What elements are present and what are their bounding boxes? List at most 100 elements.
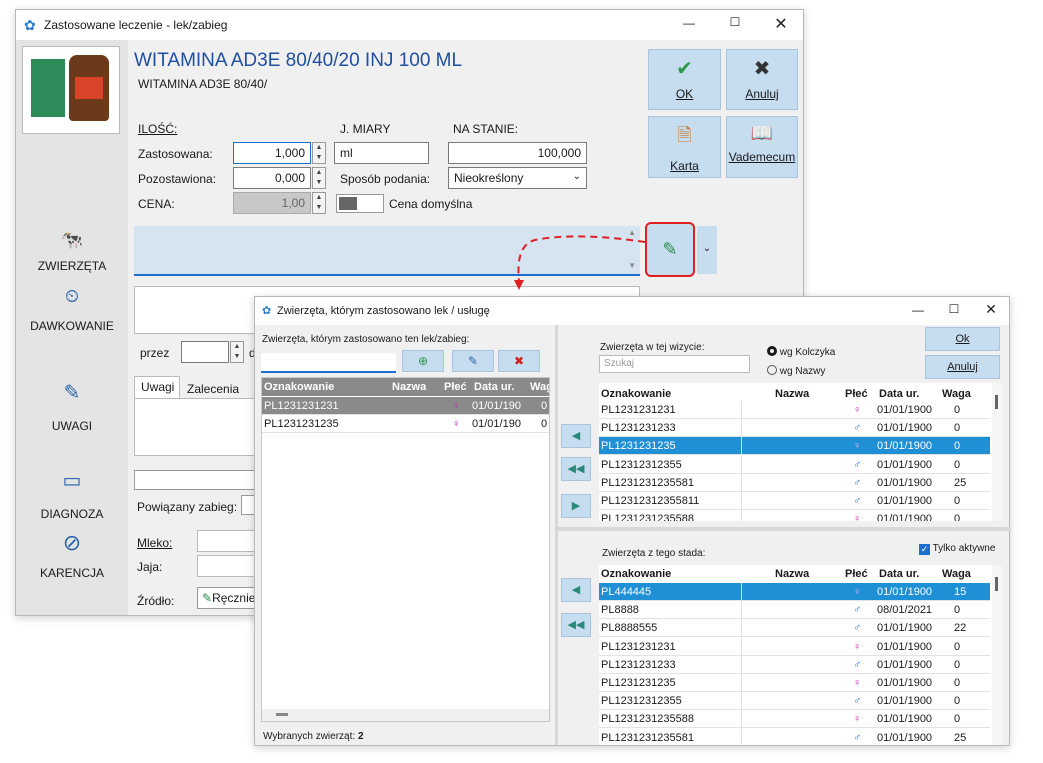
sidebar-item-uwagi[interactable]: ✎ UWAGI [16,380,128,433]
jm-input[interactable]: ml [334,142,429,164]
radio-checked-icon [767,346,777,356]
cena-spinner[interactable]: ▲ ▼ [312,192,326,214]
cell-weight: 25 [954,476,967,489]
zastosowana-input[interactable]: 1,000 [233,142,311,164]
table-row[interactable]: PL1231231235 ♀ 01/01/1900 0 [599,674,990,692]
horizontal-scrollbar[interactable] [262,709,549,721]
vademecum-button[interactable]: 📖 Vademecum [726,116,798,178]
cell-date: 01/01/1900 [877,476,933,489]
extra-input[interactable] [134,470,264,490]
move-right-button[interactable]: ▶ [561,494,591,518]
window-title: Zastosowane leczenie - lek/zabieg [44,18,228,32]
zastosowana-label: Zastosowana: [138,147,213,161]
cell-date: 01/01/1900 [877,422,933,435]
herd-move-all-left-button[interactable]: ◀◀ [561,613,591,637]
x-icon: ✖ [753,58,771,80]
anuluj-button[interactable]: ✖ Anuluj [726,49,798,110]
tab-uwagi[interactable]: Uwagi [134,376,180,398]
cell-date: 01/01/1900 [877,404,933,416]
cell-weight: 0 [954,640,961,653]
table-row[interactable]: PL1231231235​5 ♂ 01/01/1900 0 [599,455,990,474]
table-row[interactable]: PL1231231231 ♀ 01/01/1900 0 [599,401,990,419]
herd-move-left-button[interactable]: ◀ [561,578,591,602]
jaja-label: Jaja: [137,560,163,574]
table-row[interactable]: PL1231231235 ♀ 01/01/190 0 [262,415,549,433]
zastosowana-spinner[interactable]: ▲ ▼ [312,142,326,164]
vertical-splitter[interactable] [555,325,558,745]
remove-icon: ✖ [513,354,525,368]
close-icon[interactable]: ✕ [968,301,1014,318]
przez-input[interactable] [181,341,229,363]
dialog-ok-button[interactable]: Ok [925,327,1000,351]
przez-spinner[interactable]: ▲ ▼ [230,341,244,363]
cell-id: PL12312312355​81 [601,731,694,744]
karta-button[interactable]: 🗎 Karta [648,116,721,178]
add-button[interactable]: ⊕ [402,350,444,372]
cena-domyslna-toggle[interactable] [336,194,384,213]
table-row[interactable]: PL12312312355​88 ♀ 01/01/1900 0 [599,510,990,521]
herd-caption: Zwierzęta z tego stada: [602,548,706,559]
cena-input[interactable]: 1,00 [233,192,311,214]
cell-id: PL1231231233 [601,658,676,671]
vertical-scrollbar[interactable] [992,565,1002,745]
pencil-icon: ✎ [63,382,81,404]
visit-caption: Zwierzęta w tej wizycie: [600,342,705,353]
horizontal-splitter[interactable] [555,527,1011,531]
minimize-icon[interactable]: — [666,16,712,30]
edit-dropdown-button[interactable]: ⌄ [697,226,717,274]
table-row[interactable]: PL8888 ♂ 08/01/2021 0 [599,601,990,620]
close-icon[interactable]: ✕ [758,14,804,34]
cell-date: 01/01/1900 [877,695,933,708]
jm-label: J. MIARY [340,122,391,136]
remove-button[interactable]: ✖ [498,350,540,372]
table-row[interactable]: PL1231231233 ♂ 01/01/1900 0 [599,419,990,438]
search-input[interactable]: Szukaj [599,355,750,373]
table-row[interactable]: PL1231231231 ♀ 01/01/190 0 [262,397,549,415]
cell-sex: ♀ [853,640,862,653]
radio-nazwy[interactable]: wg Nazwy [767,365,825,377]
cell-id: PL12312312355​81 [601,476,694,489]
uwagi-textarea[interactable] [134,398,264,456]
przez-label: przez [140,346,170,360]
plus-icon: ⊕ [417,354,429,368]
table-row[interactable]: PL1231231233 ♂ 01/01/1900 0 [599,655,990,674]
table-row[interactable]: PL12312312355 ♂ 01/01/1900 0 [599,692,990,711]
radio-kolczyk[interactable]: wg Kolczyka [767,346,835,358]
cell-sex: ♂ [853,458,862,471]
sidebar-item-zwierzeta[interactable]: 🐄 ZWIERZĘTA [16,230,128,273]
pozostawiona-spinner[interactable]: ▲ ▼ [312,167,326,189]
annotation-arrow [514,235,646,290]
table-row[interactable]: PL12312312355​88 ♀ 01/01/1900 0 [599,710,990,729]
dialog-anuluj-button[interactable]: Anuluj [925,355,1000,379]
pozostawiona-input[interactable]: 0,000 [233,167,311,189]
table-row[interactable]: PL123123123558​11 ♂ 01/01/1900 0 [599,492,990,510]
vertical-scrollbar[interactable] [992,383,1002,521]
table-row[interactable]: PL1231231231 ♀ 01/01/1900 0 [599,637,990,656]
sidebar-item-karencja[interactable]: ⊘ KARENCJA [16,530,128,580]
table-row[interactable]: PL12312312355​81 ♂ 01/01/1900 25 [599,728,990,745]
left-search-input[interactable] [261,353,396,373]
sidebar-item-diagnoza[interactable]: ▭ DIAGNOZA [16,468,128,521]
sposob-select[interactable]: Nieokreślony ⌄ [448,167,587,189]
animals-dialog: ✿ Zwierzęta, którym zastosowano lek / us… [254,296,1011,746]
ok-button[interactable]: ✔ OK [648,49,721,110]
maximize-icon[interactable]: ☐ [712,15,758,29]
cell-id: PL1231231231 [601,404,676,416]
cell-date: 01/01/1900 [877,731,933,744]
only-active-checkbox[interactable]: ✓ Tylko aktywne [919,543,995,555]
cell-sex: ♀ [853,677,862,689]
selected-count-label: Wybranych zwierząt: 2 [263,731,364,742]
move-left-button[interactable]: ◀ [561,424,591,448]
table-row[interactable]: PL12312312355​81 ♂ 01/01/1900 25 [599,473,990,492]
sidebar: 🐄 ZWIERZĘTA ⏲ DAWKOWANIE ✎ UWAGI ▭ DIAGN… [16,40,128,615]
tab-zalecenia[interactable]: Zalecenia [187,382,239,396]
move-all-left-button[interactable]: ◀◀ [561,457,591,481]
table-row[interactable]: PL1231231235 ♀ 01/01/1900 0 [599,437,990,456]
sidebar-item-dawkowanie[interactable]: ⏲ DAWKOWANIE [16,286,128,333]
powiazany-label: Powiązany zabieg: [137,500,238,514]
ilosc-label: ILOŚĆ: [138,122,178,136]
edit-animal-button[interactable]: ✎ [452,350,494,372]
na-stanie-input[interactable]: 100,000 [448,142,587,164]
table-row[interactable]: PL8888555 ♂ 01/01/1900 22 [599,619,990,638]
table-row[interactable]: PL444445 ♀ 01/01/1900 15 [599,583,990,601]
